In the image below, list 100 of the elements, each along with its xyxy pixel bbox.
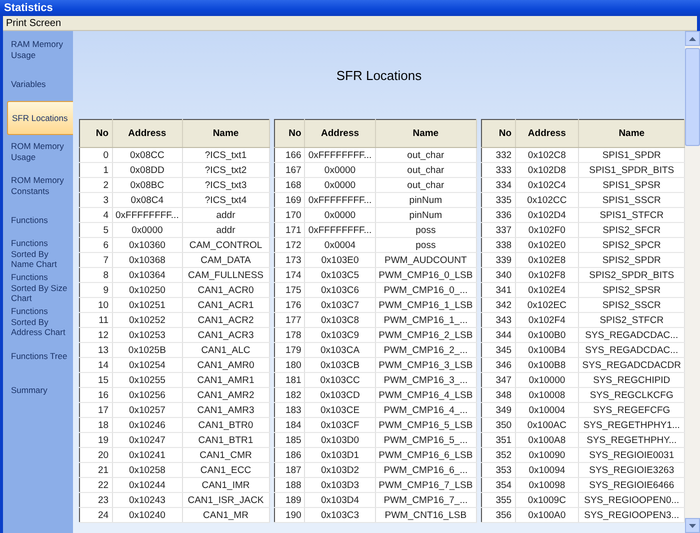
table-cell: PWM_CMP16_0_... [375,282,476,298]
table-cell: 337 [481,222,516,238]
table-cell: 338 [481,238,516,252]
table-cell: 176 [274,298,305,312]
table-cell: SYS_REGIOIE3263 [578,462,684,478]
table-cell: SYS_REGIOOPEN0... [578,492,684,508]
table-cell: 0x10240 [112,508,182,522]
table-cell: 0x102C4 [515,178,579,192]
column-header[interactable]: No [80,120,112,148]
table-cell: CAN1_ISR_JACK [182,492,270,508]
table-cell: 11 [80,312,112,328]
column-header[interactable]: Name [182,120,270,148]
table-cell: 347 [481,372,516,388]
table-cell: SPIS2_SPSR [578,282,684,298]
table-cell: 335 [481,192,516,208]
scroll-down-icon[interactable] [685,518,700,533]
table-cell: 0x10250 [112,282,182,298]
table-cell: SYS_REGADCDACDR [578,358,684,372]
table-cell: PWM_CMP16_6_... [375,462,476,478]
table-cell: ?ICS_txt1 [182,148,270,162]
sidebar-item[interactable]: ROM Memory Usage [3,135,73,169]
table-cell: 0x0000 [112,222,182,238]
column-header[interactable]: Name [375,120,476,148]
table-cell: 174 [274,268,305,282]
table-cell: 0x103C8 [304,312,376,328]
table-cell: 334 [481,178,516,192]
table-cell: 0x102D8 [515,162,579,178]
table-cell: 353 [481,462,516,478]
table-cell: CAN1_ALC [182,342,270,358]
table-cell: 0x103E0 [304,252,376,268]
column-header[interactable]: No [274,120,305,148]
sidebar-item[interactable]: Functions Tree [3,339,73,373]
table-cell: 167 [274,162,305,178]
table-cell: 0x10254 [112,358,182,372]
column-header[interactable]: No [481,120,516,148]
sidebar-item[interactable]: RAM Memory Usage [3,33,73,67]
table-cell: 0x10243 [112,492,182,508]
table-cell: 0x100A0 [515,508,579,522]
sidebar-item[interactable]: Functions Sorted By Address Chart [3,305,73,339]
column-header[interactable]: Address [515,120,579,148]
table-cell: 175 [274,282,305,298]
table-cell: 333 [481,162,516,178]
table-cell: pinNum [375,208,476,222]
table-cell: 340 [481,268,516,282]
table-cell: 0x10246 [112,418,182,432]
table-cell: SYS_REGETHPHY1... [578,418,684,432]
table-cell: SYS_REGIOIE6466 [578,478,684,492]
table-cell: out_char [375,148,476,162]
table-cell: 180 [274,358,305,372]
table-cell: PWM_CMP16_3_LSB [375,358,476,372]
table-cell: addr [182,222,270,238]
table-cell: 0x102F0 [515,222,579,238]
table-cell: 354 [481,478,516,492]
table-cell: 0x100B0 [515,328,579,342]
table-cell: 0xFFFFFFFF... [112,208,182,222]
column-header[interactable]: Address [112,120,182,148]
sidebar-item[interactable]: Summary [3,373,73,407]
table-cell: 21 [80,462,112,478]
table-cell: 179 [274,342,305,358]
table-cell: 0x10008 [515,388,579,402]
table-cell: 0 [80,148,112,162]
table-cell: SPIS2_SPDR [578,252,684,268]
scrollbar[interactable] [685,31,700,533]
table-cell: CAN1_MR [182,508,270,522]
table-cell: PWM_CMP16_6_LSB [375,448,476,462]
table-cell: 0x10252 [112,312,182,328]
table-cell: 16 [80,388,112,402]
sidebar-item[interactable]: Variables [3,67,73,101]
window-title: Statistics [4,2,53,14]
table-cell: SPIS2_SSCR [578,298,684,312]
table-cell: PWM_CMP16_3_... [375,372,476,388]
table-cell: ?ICS_txt3 [182,178,270,192]
column-header[interactable]: Name [578,120,684,148]
table-cell: 0x10251 [112,298,182,312]
table-cell: 0x10098 [515,478,579,492]
table-cell: 0x10247 [112,432,182,448]
table-cell: ?ICS_txt2 [182,162,270,178]
table-cell: 14 [80,358,112,372]
sidebar-item[interactable]: ROM Memory Constants [3,169,73,203]
sidebar-item[interactable]: Functions Sorted By Size Chart [3,271,73,305]
table-cell: 184 [274,418,305,432]
table-cell: 0x10255 [112,372,182,388]
table-cell: 12 [80,328,112,342]
column-header[interactable]: Address [304,120,376,148]
sidebar-item[interactable]: Functions [3,203,73,237]
scroll-up-icon[interactable] [685,31,700,46]
table-cell: 188 [274,478,305,492]
table-cell: 0x100A8 [515,432,579,448]
scroll-thumb[interactable] [685,48,700,146]
menu-item[interactable]: Print Screen [3,18,64,28]
table-cell: 190 [274,508,305,522]
table-cell: 0x0000 [304,208,376,222]
table-cell: 0x0000 [304,162,376,178]
table-cell: 20 [80,448,112,462]
table-cell: 0x103CA [304,342,376,358]
table-cell: PWM_CMP16_2_... [375,342,476,358]
table-cell: 0x102E4 [515,282,579,298]
table-cell: SPIS1_STFCR [578,208,684,222]
sidebar-item[interactable]: Functions Sorted By Name Chart [3,237,73,271]
table-cell: 0x10368 [112,252,182,268]
